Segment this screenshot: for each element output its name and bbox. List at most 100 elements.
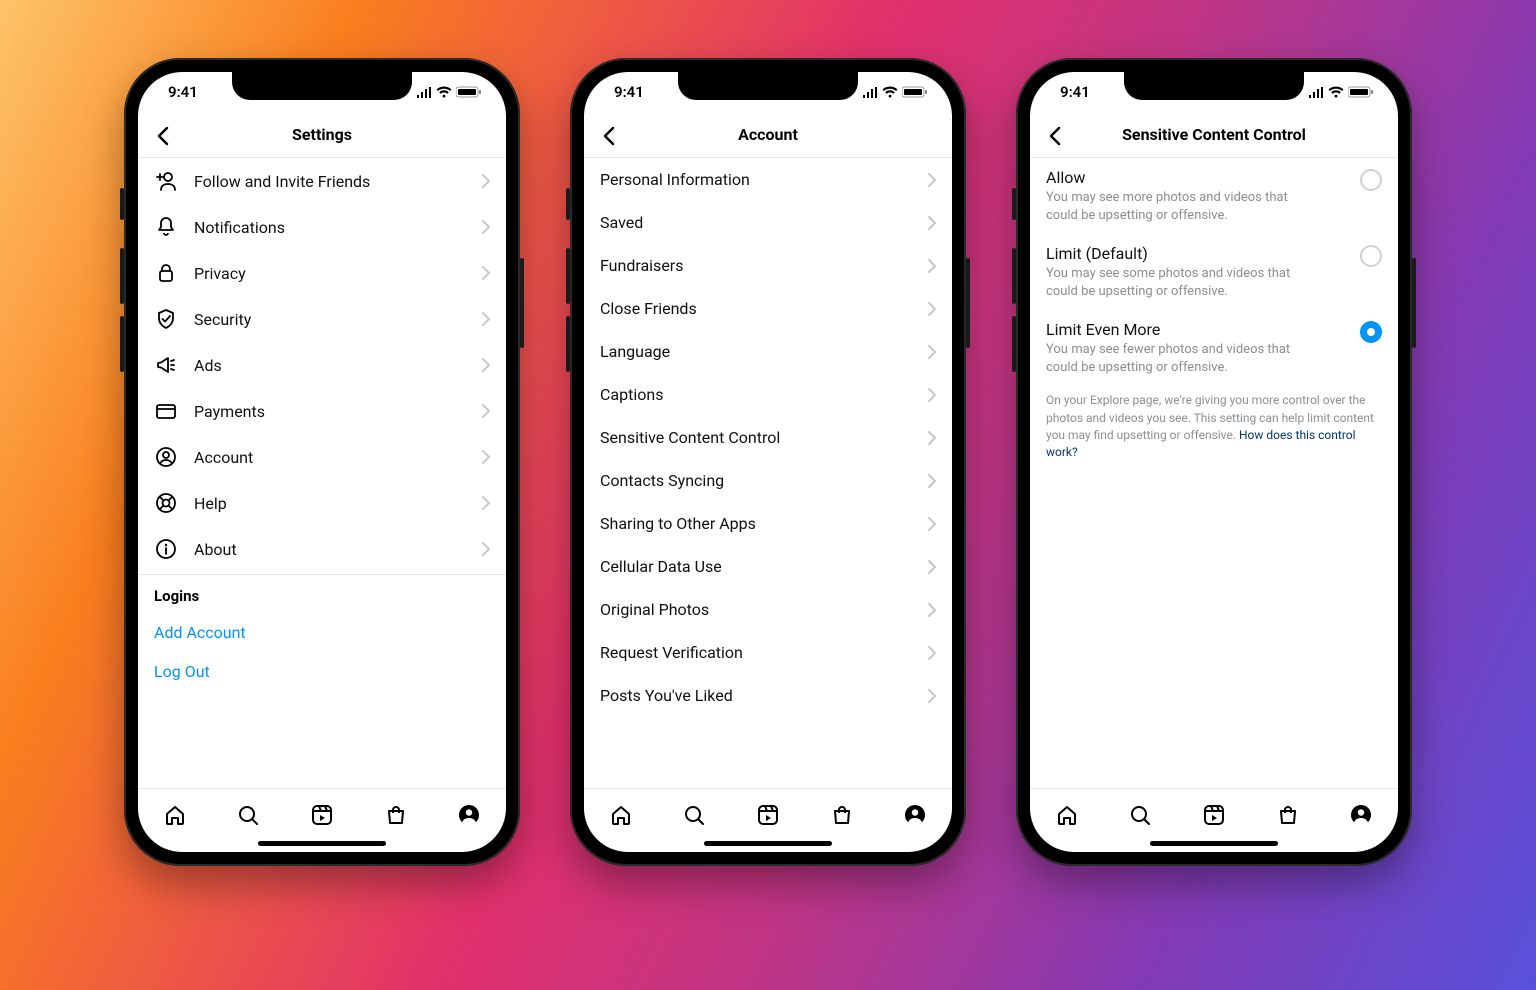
phone-mockup-sensitive-content: 9:41 Sensitive Content Control AllowYou … [1016, 58, 1412, 866]
radio-button[interactable] [1360, 245, 1382, 267]
chevron-right-icon [926, 344, 936, 360]
tab-search[interactable] [1126, 801, 1154, 829]
tab-search[interactable] [680, 801, 708, 829]
settings-row[interactable]: Payments [138, 388, 506, 434]
chevron-right-icon [926, 645, 936, 661]
settings-row-label: Account [194, 448, 464, 467]
tab-search[interactable] [234, 801, 262, 829]
account-row-label: Fundraisers [600, 256, 926, 275]
settings-row[interactable]: Follow and Invite Friends [138, 158, 506, 204]
account-row[interactable]: Contacts Syncing [584, 459, 952, 502]
option-subtitle: You may see fewer photos and videos that… [1046, 341, 1352, 376]
settings-row[interactable]: About [138, 526, 506, 572]
chevron-right-icon [926, 602, 936, 618]
chevron-right-icon [480, 265, 490, 281]
page-title: Account [738, 125, 798, 144]
tab-reels[interactable] [1200, 801, 1228, 829]
tab-home[interactable] [161, 801, 189, 829]
log-out-link[interactable]: Log Out [138, 652, 506, 691]
account-row[interactable]: Fundraisers [584, 244, 952, 287]
chevron-right-icon [480, 403, 490, 419]
header: Sensitive Content Control [1030, 112, 1398, 158]
tab-shop[interactable] [828, 801, 856, 829]
home-icon [609, 803, 633, 827]
radio-button[interactable] [1360, 169, 1382, 191]
account-row[interactable]: Sharing to Other Apps [584, 502, 952, 545]
content-control-option[interactable]: Limit Even MoreYou may see fewer photos … [1030, 310, 1398, 386]
shield-icon [154, 307, 178, 331]
back-button[interactable] [1042, 122, 1070, 150]
back-button[interactable] [150, 122, 178, 150]
account-row[interactable]: Request Verification [584, 631, 952, 674]
status-time: 9:41 [168, 83, 198, 101]
chevron-right-icon [926, 430, 936, 446]
tab-reels[interactable] [754, 801, 782, 829]
radio-button[interactable] [1360, 321, 1382, 343]
content-control-option[interactable]: Limit (Default)You may see some photos a… [1030, 234, 1398, 310]
tab-home[interactable] [1053, 801, 1081, 829]
battery-icon [1348, 86, 1374, 98]
account-row[interactable]: Posts You've Liked [584, 674, 952, 717]
settings-row[interactable]: Security [138, 296, 506, 342]
info-icon [154, 537, 178, 561]
bell-icon [154, 215, 178, 239]
settings-row[interactable]: Ads [138, 342, 506, 388]
account-row-label: Sharing to Other Apps [600, 514, 926, 533]
account-row[interactable]: Close Friends [584, 287, 952, 330]
settings-row-label: Privacy [194, 264, 464, 283]
status-time: 9:41 [614, 83, 644, 101]
tab-reels[interactable] [308, 801, 336, 829]
tab-shop[interactable] [1274, 801, 1302, 829]
settings-row[interactable]: Help [138, 480, 506, 526]
chevron-left-icon [598, 124, 622, 148]
sensitive-content-options: AllowYou may see more photos and videos … [1030, 158, 1398, 788]
tab-home[interactable] [607, 801, 635, 829]
account-row[interactable]: Captions [584, 373, 952, 416]
chevron-right-icon [926, 516, 936, 532]
tab-shop[interactable] [382, 801, 410, 829]
account-row-label: Contacts Syncing [600, 471, 926, 490]
chevron-right-icon [480, 541, 490, 557]
back-button[interactable] [596, 122, 624, 150]
add-account-link[interactable]: Add Account [138, 613, 506, 652]
settings-row[interactable]: Notifications [138, 204, 506, 250]
person-plus-icon [154, 169, 178, 193]
settings-row-label: Payments [194, 402, 464, 421]
tab-profile[interactable] [1347, 801, 1375, 829]
settings-row[interactable]: Privacy [138, 250, 506, 296]
settings-row[interactable]: Account [138, 434, 506, 480]
chevron-right-icon [480, 173, 490, 189]
tab-profile[interactable] [901, 801, 929, 829]
profile-icon [457, 803, 481, 827]
megaphone-icon [154, 353, 178, 377]
account-row-label: Personal Information [600, 170, 926, 189]
account-row-label: Posts You've Liked [600, 686, 926, 705]
account-row[interactable]: Sensitive Content Control [584, 416, 952, 459]
settings-row-label: Ads [194, 356, 464, 375]
battery-icon [902, 86, 928, 98]
account-row[interactable]: Language [584, 330, 952, 373]
signal-icon [1308, 87, 1324, 98]
tab-profile[interactable] [455, 801, 483, 829]
account-row-label: Close Friends [600, 299, 926, 318]
home-indicator [1150, 841, 1278, 846]
wifi-icon [436, 86, 452, 98]
account-row[interactable]: Original Photos [584, 588, 952, 631]
chevron-right-icon [480, 219, 490, 235]
chevron-right-icon [926, 258, 936, 274]
status-time: 9:41 [1060, 83, 1090, 101]
settings-row-label: Help [194, 494, 464, 513]
phone-mockup-account: 9:41 Account Personal Information Saved Fu… [570, 58, 966, 866]
account-row-label: Language [600, 342, 926, 361]
account-row[interactable]: Cellular Data Use [584, 545, 952, 588]
chevron-right-icon [480, 449, 490, 465]
content-control-option[interactable]: AllowYou may see more photos and videos … [1030, 158, 1398, 234]
chevron-right-icon [926, 387, 936, 403]
account-row[interactable]: Saved [584, 201, 952, 244]
account-row[interactable]: Personal Information [584, 158, 952, 201]
shop-icon [1276, 803, 1300, 827]
logins-header: Logins [138, 579, 506, 613]
chevron-left-icon [1044, 124, 1068, 148]
signal-icon [416, 87, 432, 98]
chevron-right-icon [926, 215, 936, 231]
